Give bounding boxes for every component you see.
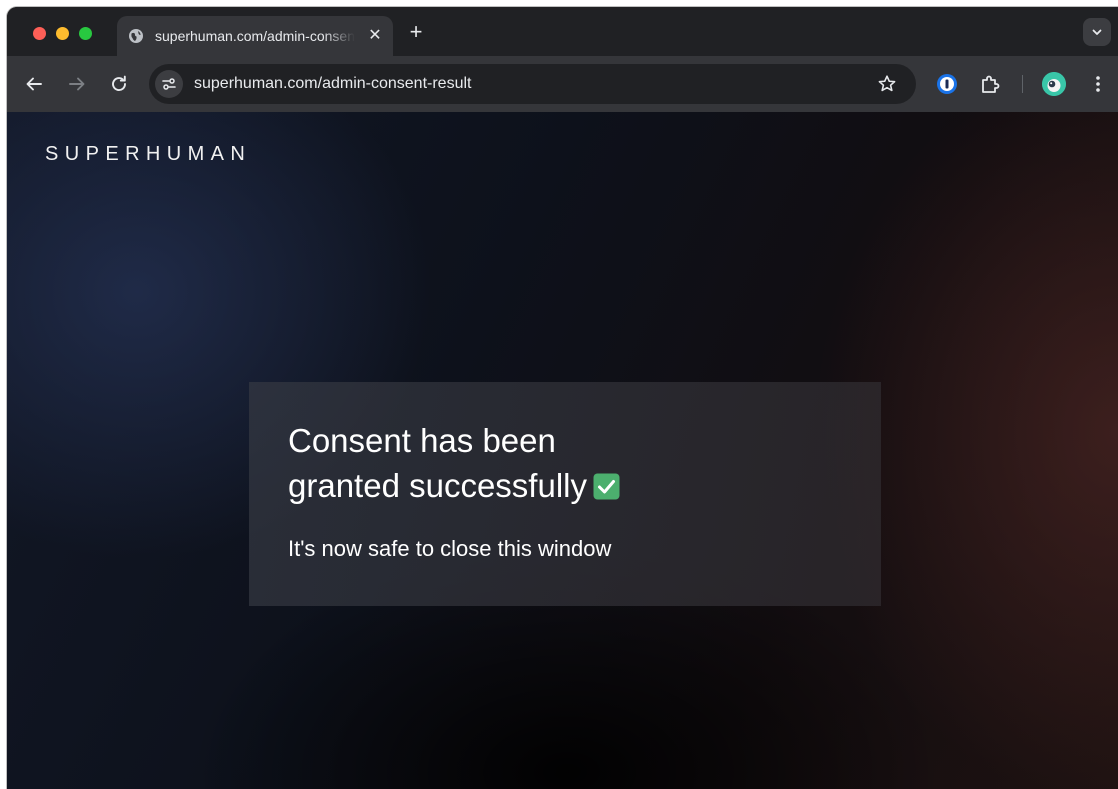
profile-avatar[interactable] [1042,72,1066,96]
card-title: Consent has been granted successfully [288,418,688,508]
more-vert-icon[interactable] [1086,72,1110,96]
tab-close-icon[interactable]: ✕ [365,26,385,46]
puzzle-icon[interactable] [978,72,1002,96]
card-subtitle: It's now safe to close this window [288,536,612,561]
url-text[interactable]: superhuman.com/admin-consent-result [194,75,471,93]
consent-result-card: Consent has been granted successfully It… [249,382,881,606]
chevron-down-icon [1092,29,1102,35]
toolbar-divider [1022,75,1023,93]
avatar-icon [1042,72,1066,96]
back-arrow-icon[interactable] [22,72,46,96]
tab-search-button[interactable] [1083,18,1111,46]
page-content: SUPERHUMAN Consent has been granted succ… [7,112,1118,789]
tune-icon [162,78,176,90]
tab-strip: superhuman.com/admin-consent-result ✕ + [7,7,1118,56]
maximize-window-button[interactable] [79,27,92,40]
reload-icon[interactable] [107,72,131,96]
globe-icon [129,29,143,43]
new-tab-plus-icon[interactable]: + [404,20,428,44]
browser-toolbar: superhuman.com/admin-consent-result [7,56,1118,112]
close-window-button[interactable] [33,27,46,40]
tab-title: superhuman.com/admin-consent-result [155,28,355,44]
card-title-line1: Consent has been [288,422,556,459]
forward-arrow-icon[interactable] [65,72,89,96]
1password-icon[interactable] [936,73,958,95]
check-mark-button-icon [593,473,620,500]
site-info-button[interactable] [155,70,183,98]
card-title-line2: granted successfully [288,467,587,504]
brand-logo: SUPERHUMAN [45,143,252,165]
browser-tab-active[interactable]: superhuman.com/admin-consent-result ✕ [117,16,393,56]
bookmark-star-icon[interactable] [876,73,898,95]
minimize-window-button[interactable] [56,27,69,40]
address-bar[interactable]: superhuman.com/admin-consent-result [149,64,916,104]
browser-window: superhuman.com/admin-consent-result ✕ + [7,7,1118,789]
